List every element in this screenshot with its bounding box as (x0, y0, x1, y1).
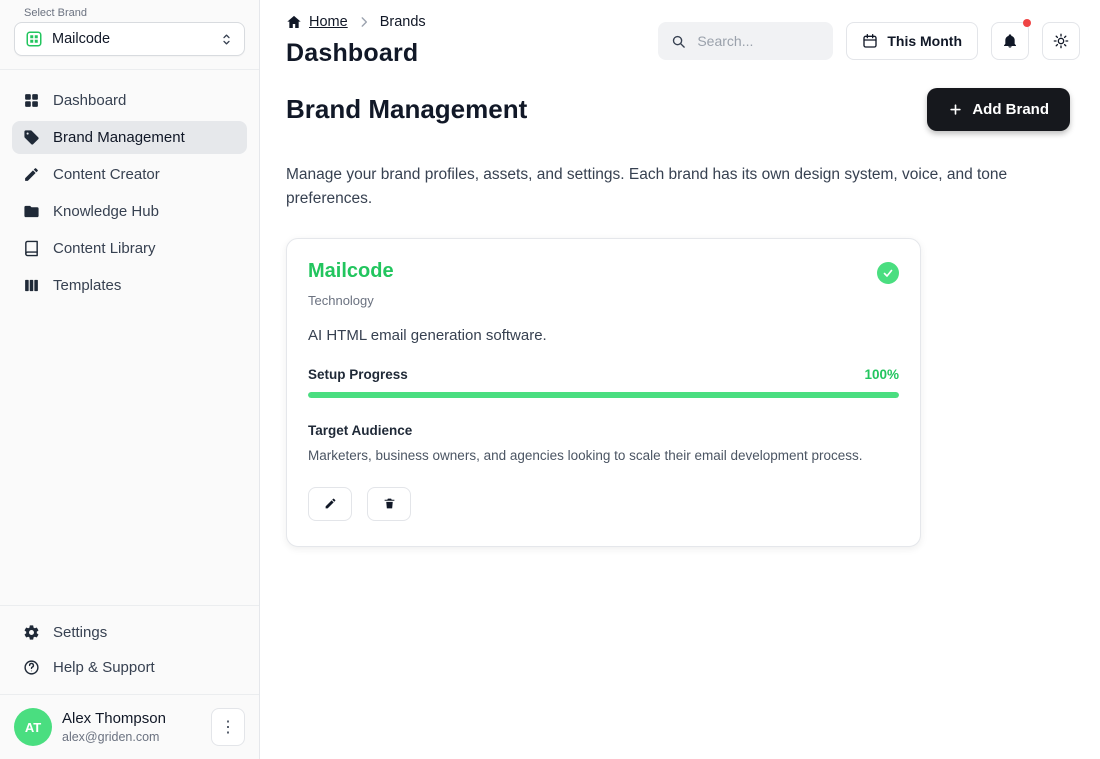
section-header: Brand Management Add Brand (286, 88, 1070, 131)
setup-progress-label: Setup Progress (308, 367, 408, 383)
sidebar-item-label: Content Creator (53, 166, 160, 183)
delete-brand-button[interactable] (367, 486, 411, 521)
brand-card-actions (308, 486, 899, 521)
sun-icon (1053, 33, 1069, 49)
user-name: Alex Thompson (62, 710, 166, 727)
setup-progress-value: 100% (864, 367, 899, 383)
sidebar-item-dashboard[interactable]: Dashboard (12, 84, 247, 117)
brand-description: AI HTML email generation software. (308, 327, 547, 345)
notifications-button[interactable] (991, 19, 1031, 60)
brand-category: Technology (308, 293, 374, 309)
sidebar-item-label: Settings (53, 624, 108, 641)
folder-icon (23, 203, 40, 220)
user-info: Alex Thompson alex@griden.com (62, 710, 166, 744)
home-icon (286, 14, 302, 30)
section-description: Manage your brand profiles, assets, and … (286, 166, 1008, 208)
brand-selector[interactable]: Mailcode (14, 22, 245, 56)
setup-progress-row: Setup Progress 100% (308, 367, 899, 382)
progress-fill (308, 392, 899, 399)
period-filter-label: This Month (887, 33, 962, 49)
search-input[interactable] (695, 32, 821, 50)
brand-tag-icon (23, 129, 40, 146)
edit-pencil-icon (324, 497, 337, 510)
sidebar-item-label: Dashboard (53, 92, 127, 109)
sidebar-footer-nav: Settings Help & Support (0, 605, 259, 694)
breadcrumb-home-label: Home (309, 14, 348, 30)
period-filter-button[interactable]: This Month (846, 22, 978, 60)
brand-card: Mailcode Technology AI HTML email genera… (286, 238, 921, 547)
target-audience-label: Target Audience (308, 423, 413, 439)
topbar-left: Home Brands Dashboard (286, 14, 426, 68)
plus-icon (948, 102, 963, 117)
breadcrumb-current: Brands (379, 14, 426, 30)
target-audience-text: Marketers, business owners, and agencies… (308, 448, 863, 464)
sidebar-item-label: Help & Support (53, 659, 155, 676)
brand-card-header: Mailcode (308, 260, 899, 285)
user-menu-button[interactable]: ⋮ (211, 708, 245, 746)
search-icon (671, 34, 686, 49)
help-circle-icon (23, 659, 40, 676)
check-icon (882, 267, 894, 279)
select-brand-label: Select Brand (24, 7, 87, 19)
sidebar-item-knowledge-hub[interactable]: Knowledge Hub (12, 195, 247, 228)
breadcrumb: Home Brands (286, 14, 426, 30)
brand-selector-value: Mailcode (52, 31, 111, 47)
chevron-right-icon (357, 15, 371, 29)
columns-icon (23, 277, 40, 294)
sidebar-item-help-support[interactable]: Help & Support (12, 651, 247, 684)
sidebar-item-templates[interactable]: Templates (12, 269, 247, 302)
edit-brand-button[interactable] (308, 486, 352, 521)
breadcrumb-home-link[interactable]: Home (286, 14, 348, 30)
book-icon (23, 240, 40, 257)
user-card: AT Alex Thompson alex@griden.com ⋮ (0, 694, 259, 759)
sidebar-item-settings[interactable]: Settings (12, 616, 247, 649)
bell-icon (1002, 33, 1018, 49)
sidebar-nav: Dashboard Brand Management Content Creat… (0, 70, 259, 302)
brand-name: Mailcode (308, 260, 394, 283)
verified-badge (877, 262, 899, 285)
pencil-icon (23, 166, 40, 183)
brand-selector-section: Select Brand Mailcode (0, 0, 259, 70)
sidebar-item-content-library[interactable]: Content Library (12, 232, 247, 265)
gear-icon (23, 624, 40, 641)
theme-toggle-button[interactable] (1042, 22, 1080, 60)
topbar-controls: This Month (658, 19, 1080, 60)
page-title: Dashboard (286, 39, 419, 67)
add-brand-button[interactable]: Add Brand (927, 88, 1070, 131)
progress-track (308, 392, 899, 399)
sidebar-item-label: Knowledge Hub (53, 203, 159, 220)
content: Brand Management Add Brand Manage your b… (260, 72, 1100, 547)
sidebar-item-label: Templates (53, 277, 122, 294)
brand-grid-icon (25, 30, 43, 48)
section-title: Brand Management (286, 94, 528, 124)
kebab-menu-icon: ⋮ (220, 719, 236, 736)
notification-dot (1023, 19, 1031, 27)
chevron-up-down-icon (219, 32, 234, 47)
add-brand-label: Add Brand (972, 101, 1049, 118)
search-box (658, 22, 834, 60)
sidebar-item-label: Content Library (53, 240, 156, 257)
sidebar-item-content-creator[interactable]: Content Creator (12, 158, 247, 191)
user-email: alex@griden.com (62, 730, 160, 744)
trash-icon (383, 497, 396, 510)
sidebar: Select Brand Mailcode Dashboard Brand Ma… (0, 0, 260, 759)
main-area: Home Brands Dashboard This Month (260, 0, 1100, 759)
sidebar-item-brand-management[interactable]: Brand Management (12, 121, 247, 154)
dashboard-icon (23, 92, 40, 109)
avatar: AT (14, 708, 52, 746)
calendar-icon (862, 33, 878, 49)
topbar: Home Brands Dashboard This Month (260, 0, 1100, 72)
sidebar-item-label: Brand Management (53, 129, 185, 146)
